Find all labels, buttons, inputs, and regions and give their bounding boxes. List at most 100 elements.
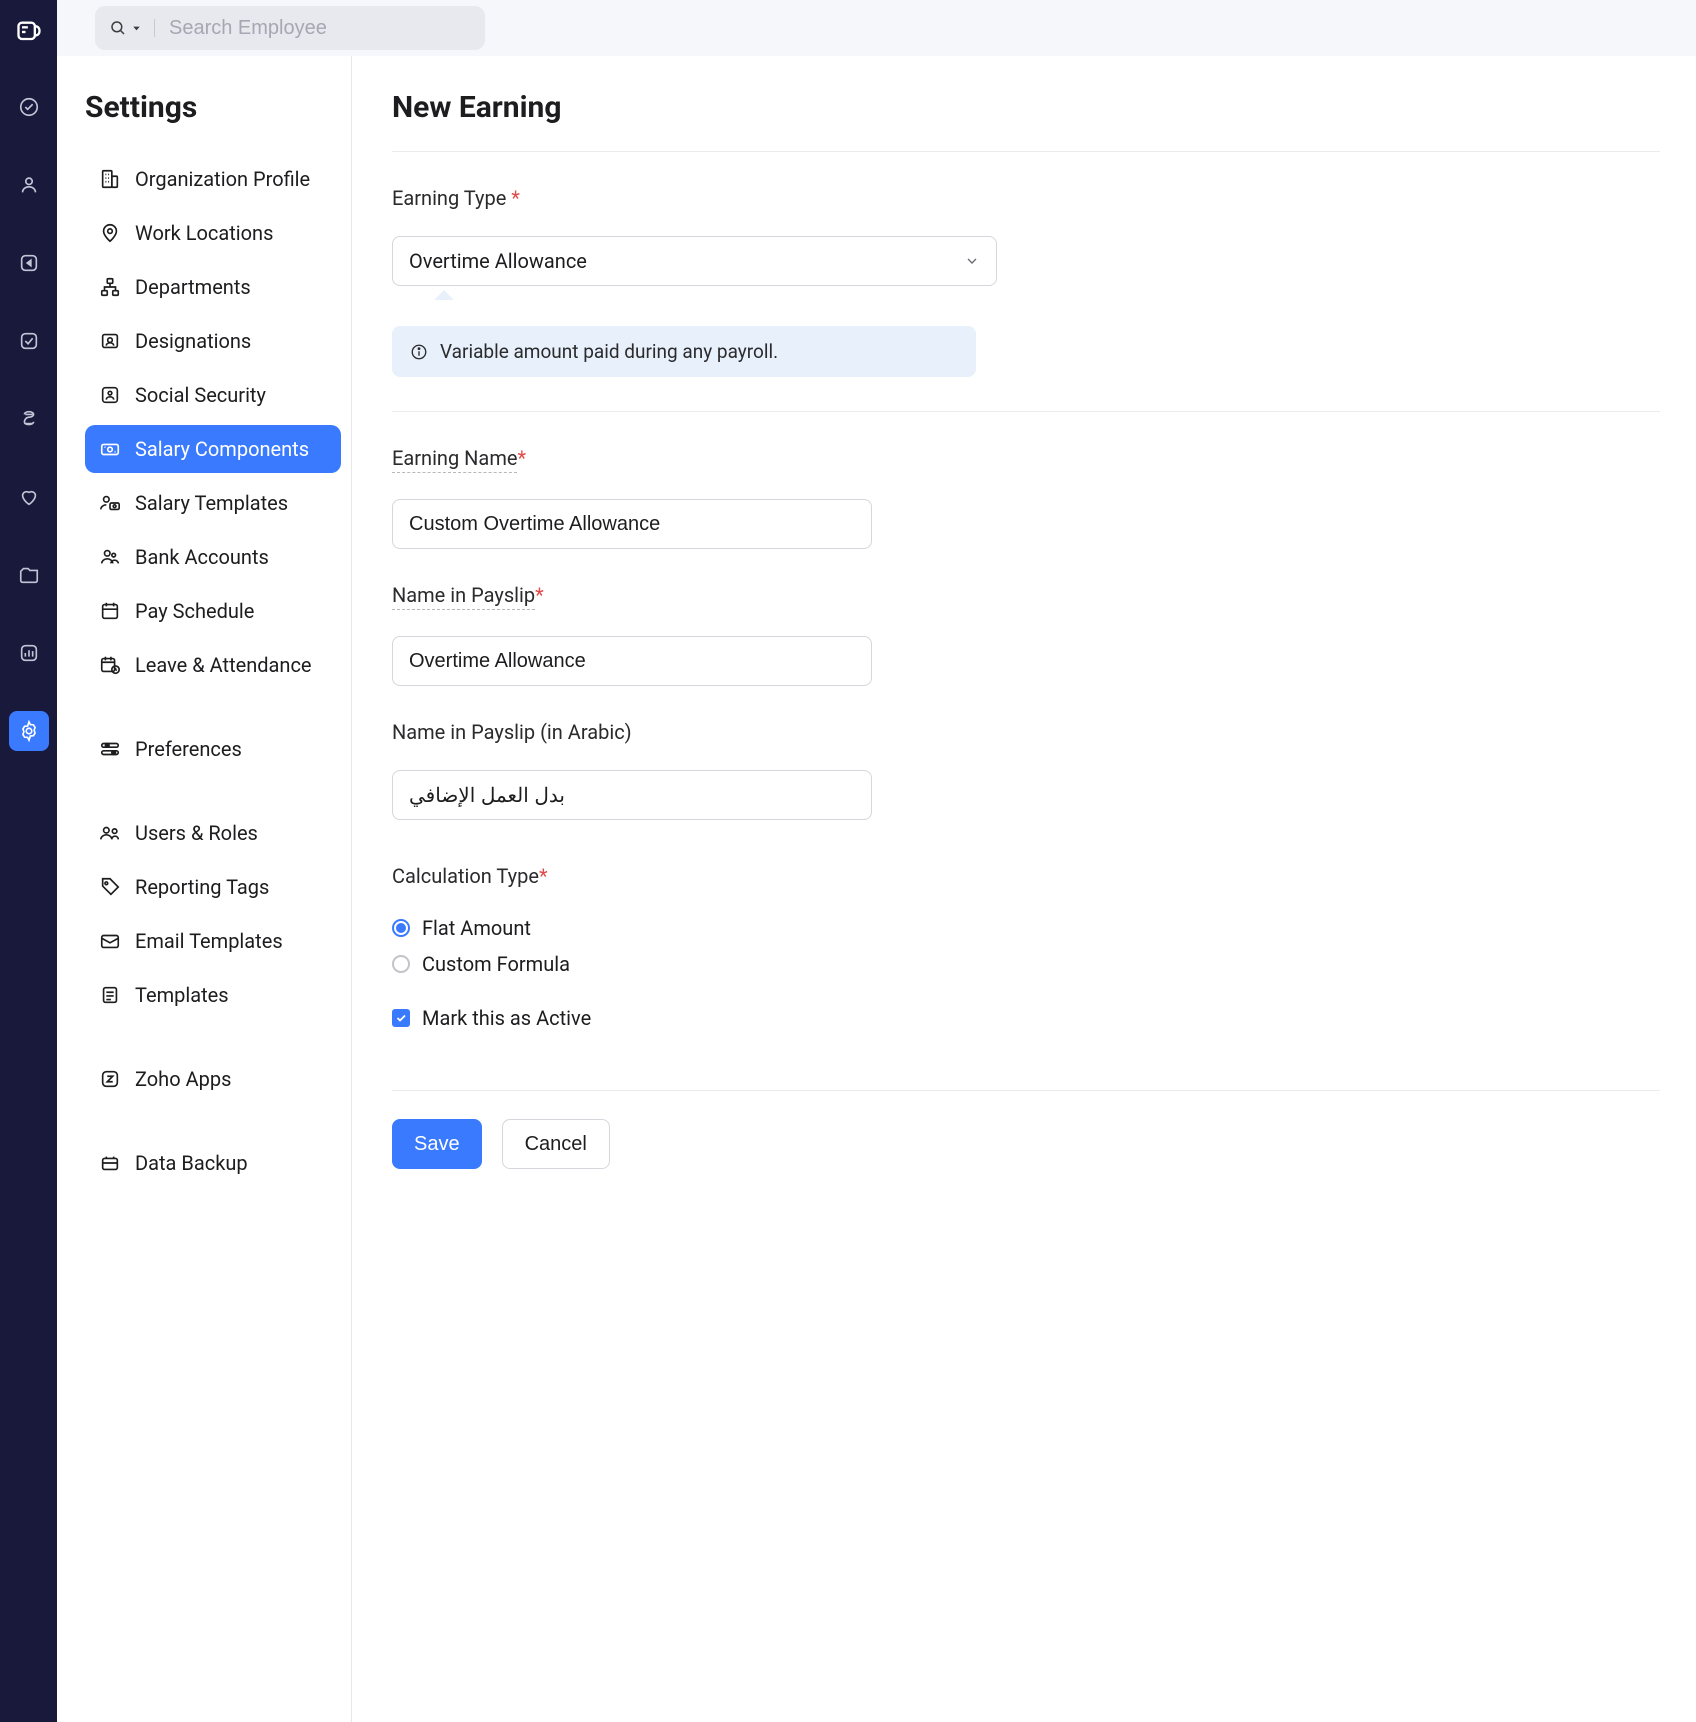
shield-person-icon	[99, 384, 121, 406]
settings-item-bank-accounts[interactable]: Bank Accounts	[85, 533, 341, 581]
nav-employee-icon[interactable]	[9, 165, 49, 205]
earning-type-value: Overtime Allowance	[409, 249, 587, 273]
field-earning-type: Earning Type * Overtime Allowance Variab…	[392, 186, 1660, 377]
search-filter-toggle[interactable]	[109, 19, 155, 37]
settings-item-label: Salary Components	[135, 437, 309, 461]
required-mark: *	[535, 583, 544, 607]
field-name-in-payslip: Name in Payslip*	[392, 583, 1660, 686]
radio-flat-amount[interactable]: Flat Amount	[392, 916, 1660, 940]
money-icon	[99, 438, 121, 460]
bank-icon	[99, 546, 121, 568]
settings-item-pay-schedule[interactable]: Pay Schedule	[85, 587, 341, 635]
payslip-name-label: Name in Payslip	[392, 583, 535, 610]
info-text: Variable amount paid during any payroll.	[440, 340, 778, 363]
payslip-name-input[interactable]	[392, 636, 872, 686]
radio-custom-formula[interactable]: Custom Formula	[392, 952, 1660, 976]
radio-icon	[392, 919, 410, 937]
checkbox-icon	[392, 1009, 410, 1027]
settings-item-label: Zoho Apps	[135, 1067, 231, 1091]
hierarchy-icon	[99, 276, 121, 298]
settings-item-email-templates[interactable]: Email Templates	[85, 917, 341, 965]
settings-item-work-locations[interactable]: Work Locations	[85, 209, 341, 257]
settings-item-zoho-apps[interactable]: Zoho Apps	[85, 1055, 341, 1103]
field-name-in-payslip-arabic: Name in Payslip (in Arabic)	[392, 720, 1660, 820]
settings-item-label: Pay Schedule	[135, 599, 254, 623]
info-banner: Variable amount paid during any payroll.	[392, 326, 976, 377]
mail-icon	[99, 930, 121, 952]
settings-menu: Organization Profile Work Locations Depa…	[85, 155, 341, 1187]
id-card-icon	[99, 330, 121, 352]
nav-benefits-icon[interactable]	[9, 477, 49, 517]
topbar	[57, 0, 1696, 56]
settings-item-designations[interactable]: Designations	[85, 317, 341, 365]
settings-item-organization-profile[interactable]: Organization Profile	[85, 155, 341, 203]
nav-settings-icon[interactable]	[9, 711, 49, 751]
checkbox-label: Mark this as Active	[422, 1006, 591, 1030]
nav-documents-icon[interactable]	[9, 555, 49, 595]
tag-icon	[99, 876, 121, 898]
checkbox-mark-active[interactable]: Mark this as Active	[392, 1006, 1660, 1030]
nav-loans-icon[interactable]	[9, 399, 49, 439]
calendar-icon	[99, 600, 121, 622]
settings-item-salary-components[interactable]: Salary Components	[85, 425, 341, 473]
settings-item-users-roles[interactable]: Users & Roles	[85, 809, 341, 857]
earning-name-label: Earning Name	[392, 446, 517, 473]
app-logo-icon	[15, 18, 43, 51]
nav-dashboard-icon[interactable]	[9, 87, 49, 127]
settings-item-label: Social Security	[135, 383, 266, 407]
search-input[interactable]	[169, 17, 471, 40]
radio-label: Custom Formula	[422, 952, 570, 976]
settings-item-label: Departments	[135, 275, 251, 299]
field-earning-name: Earning Name*	[392, 446, 1660, 549]
required-mark: *	[517, 446, 526, 470]
chevron-down-icon	[131, 23, 142, 34]
required-mark: *	[511, 186, 520, 210]
required-mark: *	[539, 864, 548, 888]
users-icon	[99, 822, 121, 844]
database-icon	[99, 1152, 121, 1174]
calculation-type-label: Calculation Type	[392, 864, 539, 888]
settings-item-label: Templates	[135, 983, 229, 1007]
search-box[interactable]	[95, 6, 485, 50]
chevron-down-icon	[964, 253, 980, 269]
calendar-clock-icon	[99, 654, 121, 676]
settings-item-label: Salary Templates	[135, 491, 288, 515]
settings-item-label: Preferences	[135, 737, 242, 761]
settings-item-leave-attendance[interactable]: Leave & Attendance	[85, 641, 341, 689]
settings-item-label: Users & Roles	[135, 821, 258, 845]
settings-item-departments[interactable]: Departments	[85, 263, 341, 311]
info-arrow	[434, 290, 454, 300]
settings-item-preferences[interactable]: Preferences	[85, 725, 341, 773]
people-money-icon	[99, 492, 121, 514]
nav-approvals-icon[interactable]	[9, 321, 49, 361]
settings-item-data-backup[interactable]: Data Backup	[85, 1139, 341, 1187]
document-icon	[99, 984, 121, 1006]
radio-icon	[392, 955, 410, 973]
settings-item-label: Work Locations	[135, 221, 273, 245]
page-title: New Earning	[392, 90, 1660, 152]
zoho-icon	[99, 1068, 121, 1090]
save-button[interactable]: Save	[392, 1119, 482, 1169]
settings-item-label: Email Templates	[135, 929, 283, 953]
left-navigation	[0, 0, 57, 1722]
settings-item-label: Reporting Tags	[135, 875, 269, 899]
settings-item-label: Designations	[135, 329, 251, 353]
settings-item-label: Leave & Attendance	[135, 653, 312, 677]
nav-reports-icon[interactable]	[9, 633, 49, 673]
nav-payrun-icon[interactable]	[9, 243, 49, 283]
field-calculation-type: Calculation Type* Flat Amount Custom For…	[392, 864, 1660, 976]
cancel-button[interactable]: Cancel	[502, 1119, 610, 1169]
settings-title: Settings	[85, 90, 341, 125]
payslip-arabic-input[interactable]	[392, 770, 872, 820]
earning-type-select[interactable]: Overtime Allowance	[392, 236, 997, 286]
earning-type-label: Earning Type	[392, 186, 506, 210]
settings-item-reporting-tags[interactable]: Reporting Tags	[85, 863, 341, 911]
earning-name-input[interactable]	[392, 499, 872, 549]
settings-item-salary-templates[interactable]: Salary Templates	[85, 479, 341, 527]
settings-item-label: Data Backup	[135, 1151, 248, 1175]
search-icon	[109, 19, 127, 37]
settings-item-templates[interactable]: Templates	[85, 971, 341, 1019]
building-icon	[99, 168, 121, 190]
settings-panel: Settings Organization Profile Work Locat…	[57, 56, 352, 1722]
settings-item-social-security[interactable]: Social Security	[85, 371, 341, 419]
